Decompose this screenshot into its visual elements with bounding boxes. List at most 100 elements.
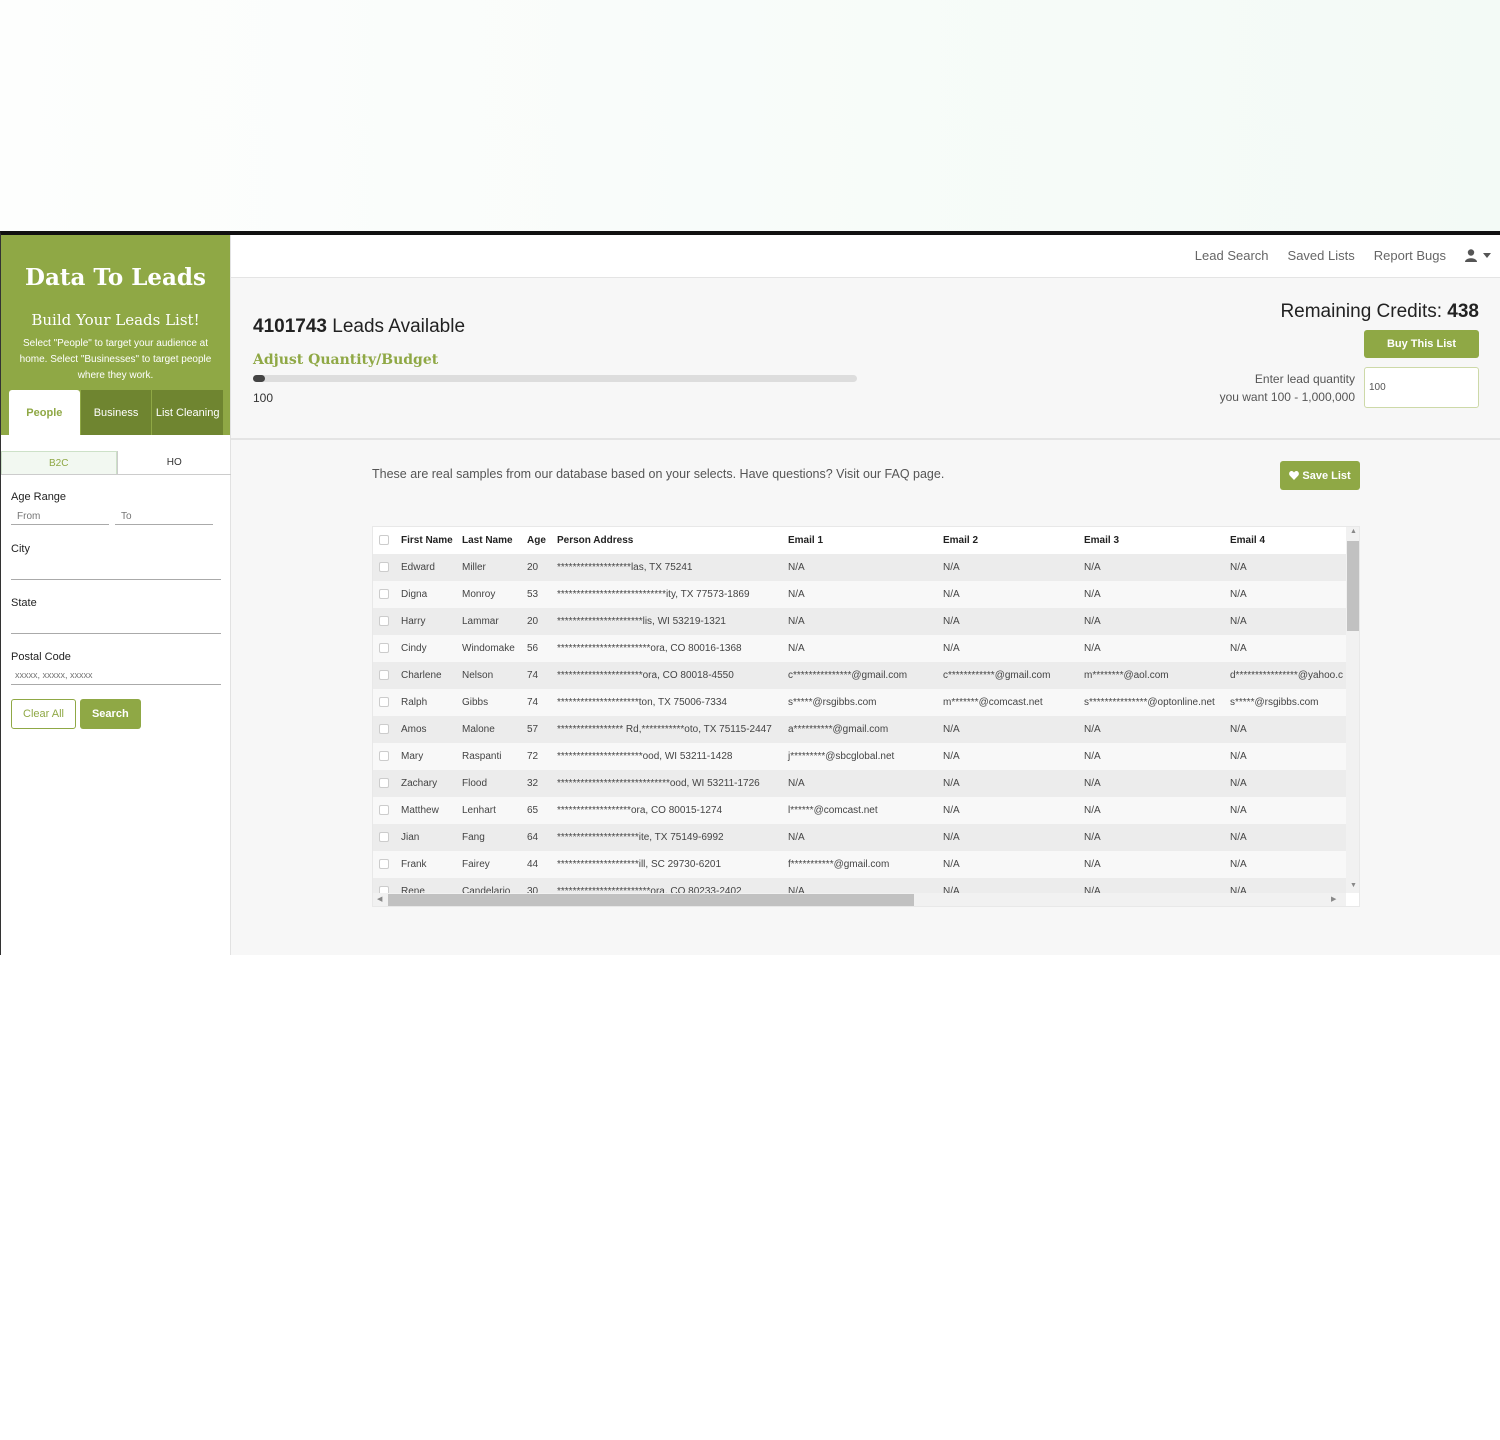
clear-all-button[interactable]: Clear All — [11, 699, 76, 729]
row-checkbox[interactable] — [379, 562, 389, 573]
header-first-name[interactable]: First Name — [395, 527, 456, 554]
vertical-scrollbar[interactable]: ▲ ▼ — [1346, 527, 1359, 893]
quantity-slider[interactable] — [253, 375, 857, 382]
scroll-up-icon[interactable]: ▲ — [1350, 528, 1357, 535]
row-checkbox-cell — [373, 770, 395, 797]
email-1-cell: N/A — [788, 562, 805, 573]
last-name-cell: Lenhart — [462, 805, 496, 816]
quantity-slider-fill — [253, 375, 266, 382]
buy-list-button[interactable]: Buy This List — [1364, 330, 1479, 358]
row-checkbox[interactable] — [379, 697, 389, 708]
email-4-cell: N/A — [1230, 643, 1247, 654]
age-from-input[interactable] — [11, 509, 109, 525]
row-checkbox[interactable] — [379, 643, 389, 654]
last-name-cell: Fang — [462, 832, 485, 843]
row-checkbox[interactable] — [379, 670, 389, 681]
credits-label: Remaining Credits: — [1280, 301, 1443, 322]
tab-b2c[interactable]: B2C — [1, 451, 117, 474]
table-row[interactable]: Ralph Gibbs 74 *********************ton, TX… — [373, 689, 1346, 716]
row-checkbox[interactable] — [379, 859, 389, 870]
email-4-cell: N/A — [1230, 805, 1247, 816]
horizontal-scroll-thumb[interactable] — [388, 894, 914, 906]
email-2-cell: N/A — [943, 778, 960, 789]
tab-list-cleaning[interactable]: List Cleaning — [151, 390, 224, 435]
email-4-cell: N/A — [1230, 751, 1247, 762]
state-input[interactable] — [11, 614, 221, 634]
age-cell: 53 — [527, 589, 539, 600]
header-person-address[interactable]: Person Address — [551, 527, 782, 554]
app-window: Data To Leads Build Your Leads List! Sel… — [0, 231, 1500, 955]
scroll-left-icon[interactable]: ◀ — [377, 895, 382, 903]
header-email-4[interactable]: Email 4 — [1224, 527, 1346, 554]
row-checkbox[interactable] — [379, 805, 389, 816]
tab-ho[interactable]: HO — [116, 451, 232, 474]
table-row[interactable]: Charlene Nelson 74 **********************or… — [373, 662, 1346, 689]
table-header-row: First Name Last Name Age Person Address … — [373, 527, 1346, 554]
email-2-cell: N/A — [943, 832, 960, 843]
row-checkbox[interactable] — [379, 778, 389, 789]
email-3-cell: s***************@optonline.net — [1084, 697, 1215, 708]
table-row[interactable]: Edward Miller 20 *******************las, TX… — [373, 554, 1346, 581]
address-cell: *****************************ood, WI 532… — [557, 778, 760, 789]
email-3-cell: N/A — [1084, 859, 1101, 870]
header-email-1[interactable]: Email 1 — [782, 527, 937, 554]
table-row[interactable]: Cindy Windomake 56 ************************… — [373, 635, 1346, 662]
tab-business[interactable]: Business — [79, 390, 152, 435]
address-cell: **********************ood, WI 53211-1428 — [557, 751, 733, 762]
email-3-cell: N/A — [1084, 751, 1101, 762]
select-all-checkbox[interactable] — [379, 535, 389, 546]
header-email-2[interactable]: Email 2 — [937, 527, 1078, 554]
email-1-cell: N/A — [788, 589, 805, 600]
table-row[interactable]: Matthew Lenhart 65 *******************ora, … — [373, 797, 1346, 824]
last-name-cell: Nelson — [462, 670, 494, 681]
nav-lead-search[interactable]: Lead Search — [1195, 248, 1269, 263]
scroll-down-icon[interactable]: ▼ — [1350, 882, 1357, 889]
city-input[interactable] — [11, 560, 221, 580]
nav-saved-lists[interactable]: Saved Lists — [1288, 248, 1355, 263]
email-3-cell: N/A — [1084, 805, 1101, 816]
row-checkbox[interactable] — [379, 886, 389, 893]
lead-quantity-input[interactable] — [1364, 367, 1479, 408]
row-checkbox[interactable] — [379, 616, 389, 627]
age-to-input[interactable] — [115, 509, 213, 525]
email-4-cell: N/A — [1230, 562, 1247, 573]
scroll-right-icon[interactable]: ▶ — [1331, 895, 1336, 903]
search-button[interactable]: Search — [79, 699, 141, 729]
first-name-cell: Charlene — [401, 670, 442, 681]
nav-report-bugs[interactable]: Report Bugs — [1374, 248, 1446, 263]
header-age[interactable]: Age — [521, 527, 551, 554]
address-cell: ************************ora, CO 80233-24… — [557, 886, 742, 893]
postal-code-input[interactable] — [11, 665, 221, 685]
header-email-3[interactable]: Email 3 — [1078, 527, 1224, 554]
email-1-cell: N/A — [788, 886, 805, 893]
table-row[interactable]: Jian Fang 64 *********************ite, TX 7… — [373, 824, 1346, 851]
email-2-cell: N/A — [943, 589, 960, 600]
background-top — [0, 0, 1500, 232]
table-row[interactable]: Rene Candelario 30 ************************… — [373, 878, 1346, 893]
row-checkbox-cell — [373, 635, 395, 662]
vertical-scroll-thumb[interactable] — [1347, 541, 1359, 631]
address-cell: ***************** Rd,***********oto, TX … — [557, 724, 772, 735]
row-checkbox-cell — [373, 716, 395, 743]
table-row[interactable]: Harry Lammar 20 **********************lis, … — [373, 608, 1346, 635]
table-row[interactable]: Digna Monroy 53 ***************************… — [373, 581, 1346, 608]
table-row[interactable]: Zachary Flood 32 **************************… — [373, 770, 1346, 797]
email-2-cell: N/A — [943, 562, 960, 573]
header-last-name[interactable]: Last Name — [456, 527, 521, 554]
table-row[interactable]: Amos Malone 57 ***************** Rd,*******… — [373, 716, 1346, 743]
row-checkbox[interactable] — [379, 589, 389, 600]
table-row[interactable]: Frank Fairey 44 *********************ill, S… — [373, 851, 1346, 878]
table-row[interactable]: Mary Raspanti 72 **********************ood,… — [373, 743, 1346, 770]
horizontal-scrollbar[interactable]: ◀ ▶ — [373, 893, 1346, 906]
last-name-cell: Gibbs — [462, 697, 489, 708]
quantity-hint-line1: Enter lead quantity — [1254, 372, 1355, 386]
row-checkbox[interactable] — [379, 724, 389, 735]
tab-people[interactable]: People — [9, 390, 80, 435]
user-menu[interactable] — [1465, 249, 1491, 262]
first-name-cell: Amos — [401, 724, 427, 735]
email-1-cell: s*****@rsgibbs.com — [788, 697, 877, 708]
email-4-cell: N/A — [1230, 778, 1247, 789]
row-checkbox[interactable] — [379, 751, 389, 762]
save-list-button[interactable]: Save List — [1280, 461, 1360, 490]
row-checkbox[interactable] — [379, 832, 389, 843]
